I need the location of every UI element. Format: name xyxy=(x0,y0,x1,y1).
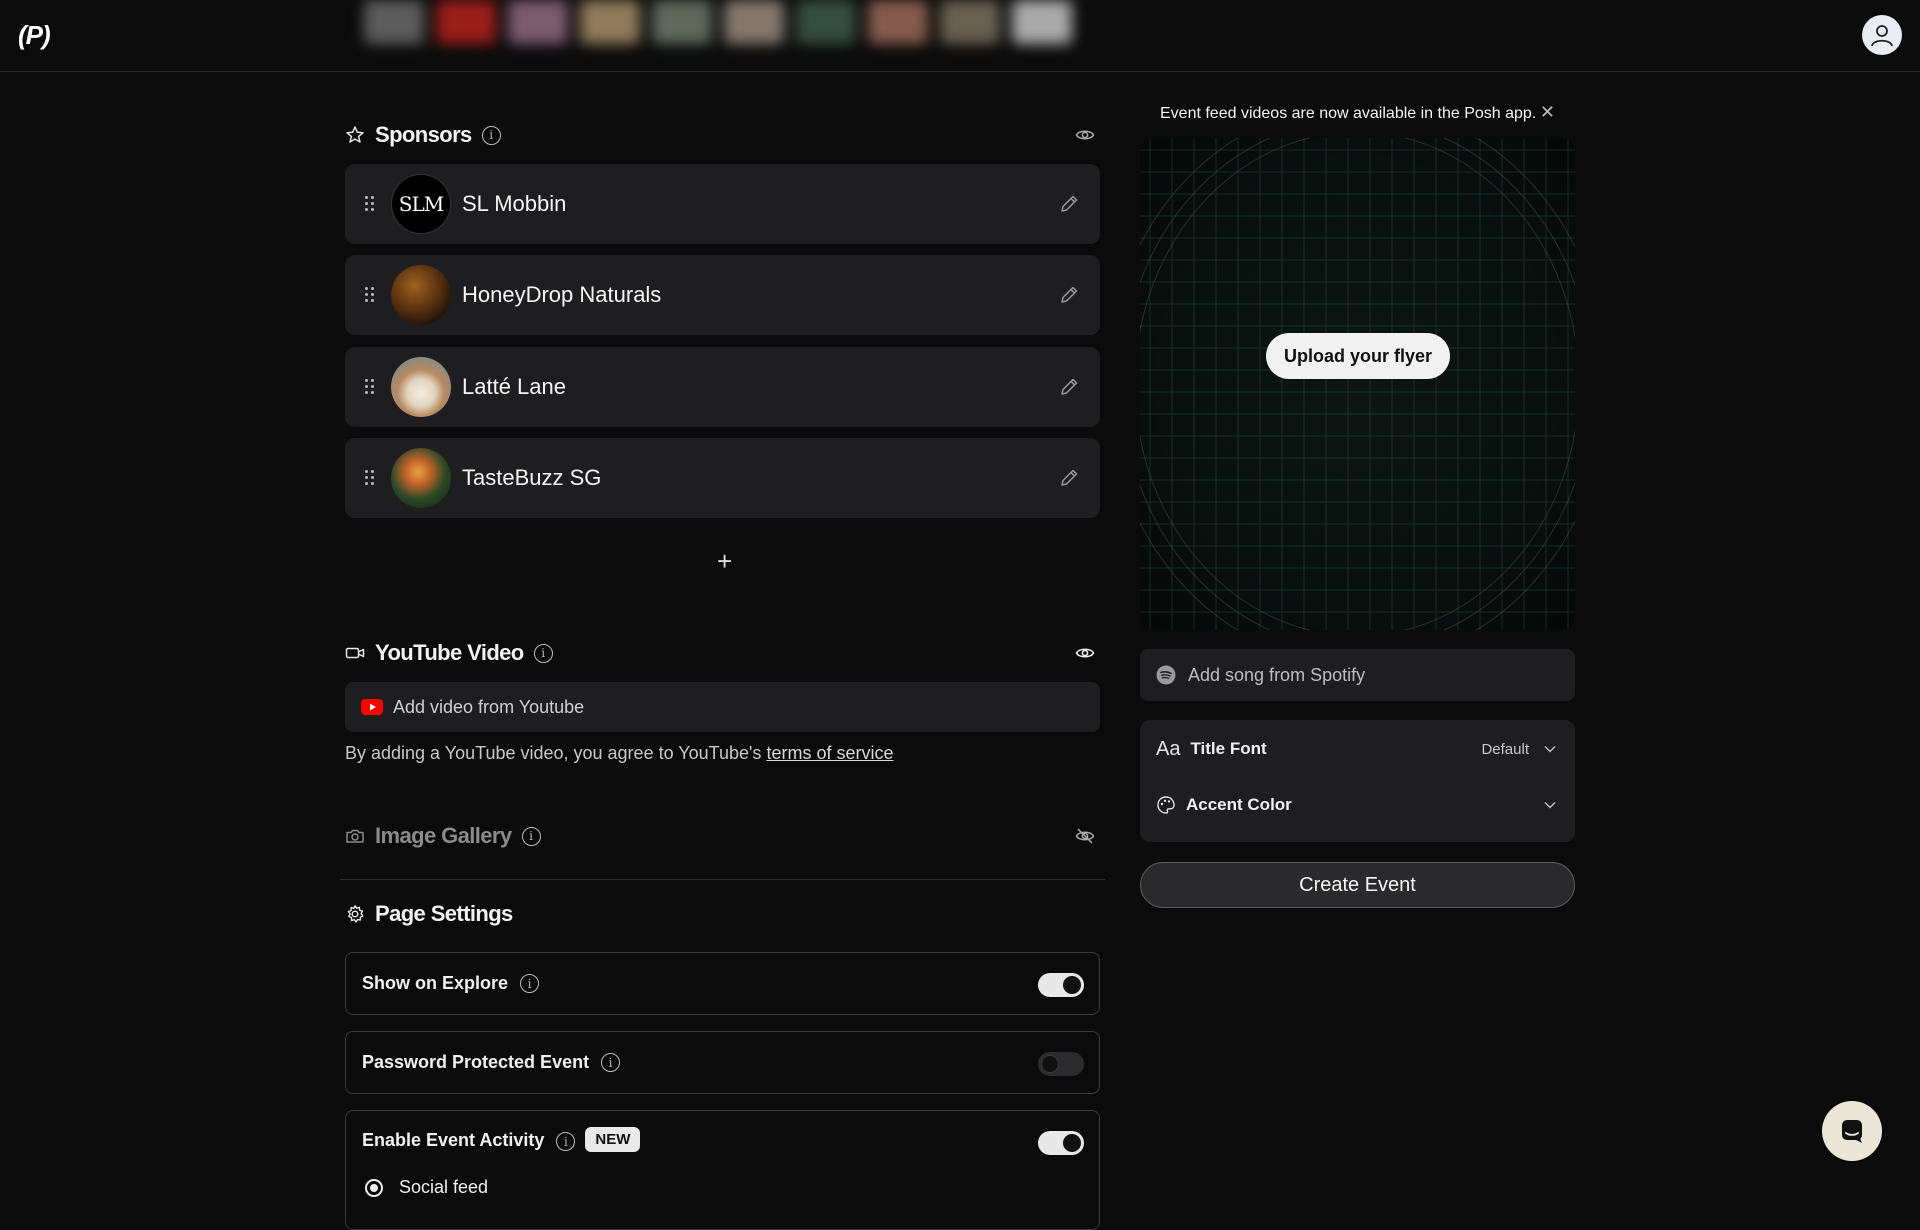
sponsor-avatar: SLM xyxy=(391,174,451,234)
palette-icon xyxy=(1157,796,1175,814)
user-avatar-button[interactable] xyxy=(1862,15,1902,55)
font-aa-icon: Aa xyxy=(1156,737,1181,760)
sponsor-card[interactable]: Latté Lane xyxy=(345,347,1100,427)
camera-icon xyxy=(346,829,364,843)
page-settings-title: Page Settings xyxy=(375,901,513,926)
chevron-down-icon xyxy=(1544,801,1556,809)
sponsor-avatar xyxy=(391,448,451,508)
sponsor-name: HoneyDrop Naturals xyxy=(462,282,662,307)
password-protected-toggle[interactable] xyxy=(1038,1052,1084,1076)
sponsor-avatar xyxy=(391,265,451,325)
info-icon[interactable]: i xyxy=(601,1053,621,1072)
drag-handle-icon[interactable] xyxy=(365,470,375,486)
grid-background xyxy=(1140,138,1575,630)
eye-icon[interactable] xyxy=(1075,125,1095,145)
info-icon[interactable]: i xyxy=(533,643,553,663)
section-divider xyxy=(340,879,1105,880)
announcement-banner: Event feed videos are now available in t… xyxy=(1140,98,1575,130)
edit-pencil-icon[interactable] xyxy=(1058,284,1080,306)
page-settings-header: Page Settings xyxy=(345,894,1100,934)
chat-launcher-button[interactable] xyxy=(1822,1101,1882,1161)
posh-logo[interactable]: (P) xyxy=(18,20,51,51)
setting-password-protected: Password Protected Event i xyxy=(345,1031,1100,1094)
setting-label: Password Protected Event xyxy=(362,1052,590,1072)
sponsor-name: TasteBuzz SG xyxy=(462,465,602,490)
title-font-select[interactable]: Aa Title Font Default xyxy=(1156,734,1559,764)
title-font-label: Title Font xyxy=(1190,739,1267,758)
star-icon xyxy=(346,126,364,143)
social-feed-option[interactable]: Social feed xyxy=(365,1177,488,1198)
add-sponsor-button[interactable]: + xyxy=(717,546,732,577)
edit-pencil-icon[interactable] xyxy=(1058,467,1080,489)
top-bar: (P) xyxy=(0,0,1920,72)
close-icon[interactable]: ✕ xyxy=(1540,102,1555,123)
info-icon[interactable]: i xyxy=(481,125,501,145)
youtube-terms-note: By adding a YouTube video, you agree to … xyxy=(345,743,893,764)
radio-label: Social feed xyxy=(399,1177,489,1197)
eye-off-icon[interactable] xyxy=(1075,826,1095,846)
setting-label: Enable Event Activity xyxy=(362,1130,545,1150)
accent-color-label: Accent Color xyxy=(1186,795,1292,814)
user-icon xyxy=(1871,25,1893,47)
eye-icon[interactable] xyxy=(1075,643,1095,663)
event-activity-toggle[interactable] xyxy=(1038,1131,1084,1155)
banner-text: Event feed videos are now available in t… xyxy=(1160,105,1537,122)
gear-icon xyxy=(347,905,364,923)
drag-handle-icon[interactable] xyxy=(365,379,375,395)
youtube-header: YouTube Video i xyxy=(345,633,1100,673)
sponsor-card[interactable]: HoneyDrop Naturals xyxy=(345,255,1100,335)
setting-label: Show on Explore xyxy=(362,973,509,993)
spotify-song-input[interactable]: Add song from Spotify xyxy=(1140,649,1575,701)
info-icon[interactable]: i xyxy=(521,826,541,846)
flyer-upload-area[interactable]: Upload your flyer xyxy=(1140,138,1575,630)
youtube-placeholder: Add video from Youtube xyxy=(393,696,585,717)
edit-pencil-icon[interactable] xyxy=(1058,376,1080,398)
sponsors-title: Sponsors xyxy=(375,122,472,147)
create-event-button[interactable]: Create Event xyxy=(1140,862,1575,908)
blurred-flyer-strip xyxy=(340,0,1100,64)
youtube-title: YouTube Video xyxy=(375,640,524,665)
info-icon[interactable]: i xyxy=(556,1132,576,1151)
setting-event-activity: Enable Event Activity i NEW xyxy=(345,1110,1100,1230)
style-options: Aa Title Font Default Accent Color xyxy=(1140,720,1575,842)
chevron-down-icon xyxy=(1544,745,1556,753)
title-font-value: Default xyxy=(1481,740,1529,758)
setting-show-on-explore: Show on Explore i xyxy=(345,952,1100,1015)
spotify-placeholder: Add song from Spotify xyxy=(1188,664,1366,685)
new-badge: NEW xyxy=(585,1127,641,1152)
terms-of-service-link[interactable]: terms of service xyxy=(766,743,893,763)
edit-pencil-icon[interactable] xyxy=(1058,193,1080,215)
upload-flyer-button[interactable]: Upload your flyer xyxy=(1266,333,1450,379)
spotify-icon xyxy=(1156,665,1176,685)
drag-handle-icon[interactable] xyxy=(365,196,375,212)
youtube-url-input[interactable]: Add video from Youtube xyxy=(345,682,1100,732)
info-icon[interactable]: i xyxy=(520,974,540,993)
show-on-explore-toggle[interactable] xyxy=(1038,973,1084,997)
accent-color-select[interactable]: Accent Color xyxy=(1156,790,1559,820)
terms-prefix: By adding a YouTube video, you agree to … xyxy=(345,743,767,763)
gallery-header: Image Gallery i xyxy=(345,816,1100,856)
radio-selected[interactable] xyxy=(365,1178,383,1197)
youtube-icon xyxy=(361,699,383,715)
gallery-title: Image Gallery xyxy=(375,823,512,848)
sponsor-card[interactable]: TasteBuzz SG xyxy=(345,438,1100,518)
drag-handle-icon[interactable] xyxy=(365,287,375,303)
sponsors-header: Sponsors i xyxy=(345,115,1100,155)
sponsor-avatar xyxy=(391,357,451,417)
sponsor-name: SL Mobbin xyxy=(462,191,567,216)
sponsor-name: Latté Lane xyxy=(462,374,566,399)
chat-icon xyxy=(1842,1120,1862,1143)
sponsor-card[interactable]: SLM SL Mobbin xyxy=(345,164,1100,244)
video-camera-icon xyxy=(345,647,365,659)
